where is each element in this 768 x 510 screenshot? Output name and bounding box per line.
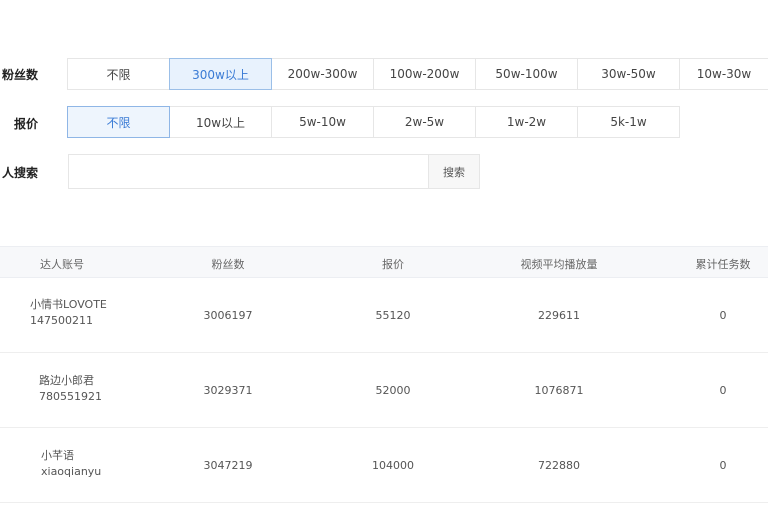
price-option-5w-10w[interactable]: 5w-10w	[271, 106, 374, 138]
search-label: 人搜索	[1, 166, 38, 180]
price-cell: 104000	[372, 459, 414, 472]
account-name: 路边小郎君	[39, 374, 94, 387]
avg-views-cell: 722880	[538, 459, 580, 472]
tasks-cell: 0	[719, 309, 727, 322]
price-filter-label: 报价	[13, 117, 38, 131]
fans-option-100w-200w[interactable]: 100w-200w	[373, 58, 476, 90]
fans-cell: 3006197	[203, 309, 253, 322]
fans-option-10w-30w[interactable]: 10w-30w	[679, 58, 768, 90]
price-cell: 52000	[375, 384, 411, 397]
account-cell[interactable]: 小芊语 xiaoqianyu	[41, 448, 101, 480]
fans-cell: 3047219	[203, 459, 253, 472]
fans-option-30w-50w[interactable]: 30w-50w	[577, 58, 680, 90]
col-account: 达人账号	[40, 258, 84, 271]
account-name: 小情书LOVOTE	[30, 298, 107, 311]
col-fans[interactable]: 粉丝数	[212, 256, 245, 272]
price-option-5k-1w[interactable]: 5k-1w	[577, 106, 680, 138]
fans-option-200w-300w[interactable]: 200w-300w	[271, 58, 374, 90]
fans-option-any[interactable]: 不限	[67, 58, 170, 90]
price-cell: 55120	[375, 309, 411, 322]
table-row[interactable]: 小芊语 xiaoqianyu 3047219 104000 722880 0	[0, 428, 768, 503]
avg-views-cell: 229611	[538, 309, 580, 322]
tasks-cell: 0	[719, 384, 727, 397]
price-option-2w-5w[interactable]: 2w-5w	[373, 106, 476, 138]
col-avg-views[interactable]: 视频平均播放量	[521, 256, 598, 272]
fans-cell: 3029371	[203, 384, 253, 397]
price-option-10w-plus[interactable]: 10w以上	[169, 106, 272, 138]
fans-filter-label: 粉丝数	[1, 68, 38, 82]
fans-option-50w-100w[interactable]: 50w-100w	[475, 58, 578, 90]
price-option-any[interactable]: 不限	[67, 106, 170, 138]
col-tasks[interactable]: 累计任务数	[696, 256, 751, 272]
account-cell[interactable]: 小情书LOVOTE 147500211	[30, 297, 107, 329]
price-filter-options: 不限 10w以上 5w-10w 2w-5w 1w-2w 5k-1w	[67, 106, 680, 138]
price-option-1w-2w[interactable]: 1w-2w	[475, 106, 578, 138]
avg-views-cell: 1076871	[534, 384, 584, 397]
tasks-cell: 0	[719, 459, 727, 472]
table-row[interactable]: 路边小郎君 780551921 3029371 52000 1076871 0	[0, 353, 768, 428]
fans-filter-options: 不限 300w以上 200w-300w 100w-200w 50w-100w 3…	[67, 58, 768, 90]
table-row[interactable]: 小情书LOVOTE 147500211 3006197 55120 229611…	[0, 278, 768, 353]
table-header: 达人账号 粉丝数 报价 视频平均播放量 累计任务数	[0, 246, 768, 278]
account-id: xiaoqianyu	[41, 465, 102, 478]
col-price[interactable]: 报价	[382, 256, 404, 272]
fans-option-300w-plus[interactable]: 300w以上	[169, 58, 272, 90]
account-cell[interactable]: 路边小郎君 780551921	[39, 373, 102, 405]
account-id: 147500211	[30, 314, 93, 327]
account-id: 780551921	[39, 390, 102, 403]
account-name: 小芊语	[41, 449, 74, 462]
search-input[interactable]	[68, 154, 429, 189]
search-button[interactable]: 搜索	[428, 154, 480, 189]
